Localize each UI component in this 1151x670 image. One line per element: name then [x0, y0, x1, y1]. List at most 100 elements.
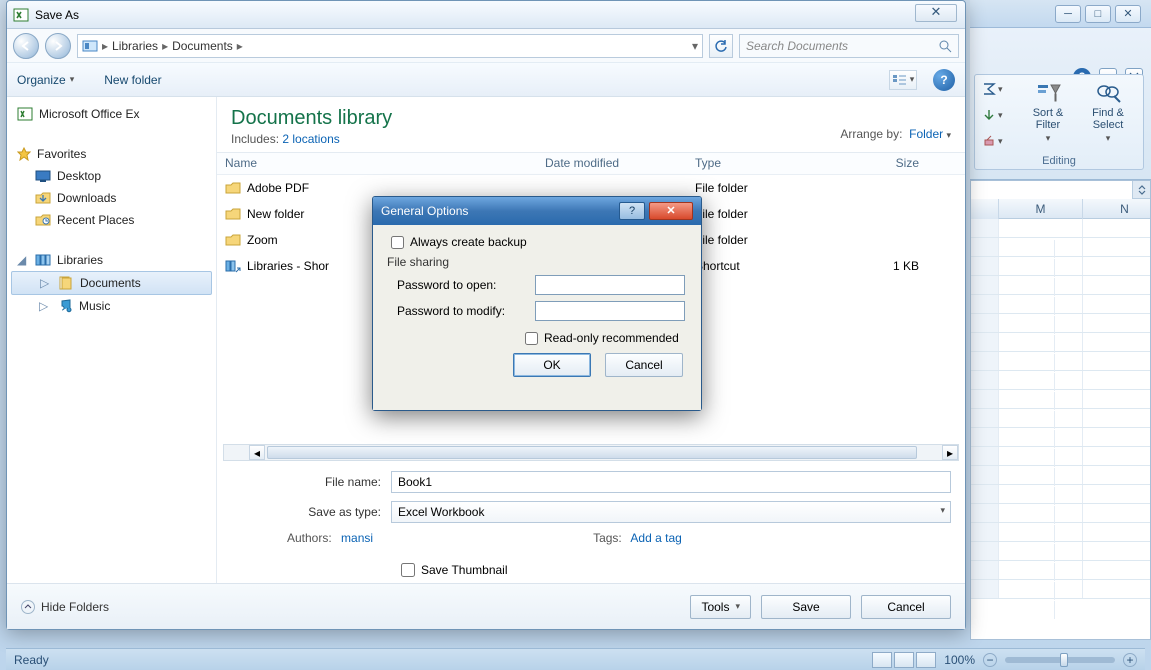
excel-window-controls: ─ □ ✕	[970, 0, 1151, 28]
fill-button[interactable]: ▾	[979, 105, 1013, 125]
collapse-icon[interactable]: ◢	[17, 253, 29, 267]
dialog-title: Save As	[35, 8, 79, 22]
col-date[interactable]: Date modified	[537, 153, 687, 174]
ribbon-area: ? ─ ▾ ▾ ▾ Sor	[970, 28, 1151, 180]
excel-file-icon	[17, 107, 33, 121]
scroll-left-button[interactable]: ◂	[249, 445, 265, 460]
view-options-button[interactable]: ▾	[889, 70, 917, 90]
select-all-corner[interactable]	[971, 199, 999, 219]
scroll-thumb[interactable]	[267, 446, 917, 459]
maximize-button[interactable]: □	[1085, 5, 1111, 23]
refresh-button[interactable]	[709, 34, 733, 58]
expand-formula-bar-button[interactable]	[1132, 181, 1150, 199]
normal-view-button[interactable]	[872, 652, 892, 668]
editing-group-label: Editing	[975, 155, 1143, 167]
page-layout-view-button[interactable]	[894, 652, 914, 668]
nav-row: ▸ Libraries ▸ Documents ▸ ▾ Search Docum…	[7, 29, 965, 63]
page-break-view-button[interactable]	[916, 652, 936, 668]
nav-favorites[interactable]: Favorites	[11, 143, 212, 165]
expand-icon[interactable]: ▷	[40, 276, 52, 290]
column-headers: M N	[971, 199, 1150, 219]
history-dropdown-icon[interactable]: ▾	[692, 39, 698, 53]
music-icon	[57, 299, 73, 313]
modal-title: General Options	[381, 204, 468, 218]
chevron-down-icon: ▾	[940, 505, 945, 516]
cancel-button[interactable]: Cancel	[861, 595, 951, 619]
general-options-dialog: General Options ? ✕ Always create backup…	[372, 196, 702, 411]
shortcut-icon	[225, 258, 241, 274]
nav-desktop[interactable]: Desktop	[11, 165, 212, 187]
nav-office-templates[interactable]: Microsoft Office Ex	[11, 103, 212, 125]
modal-help-button[interactable]: ?	[619, 202, 645, 220]
nav-recent-places[interactable]: Recent Places	[11, 209, 212, 231]
forward-button[interactable]	[45, 33, 71, 59]
toolbar-row: Organize ▾ New folder ▾ ?	[7, 63, 965, 97]
authors-value[interactable]: mansi	[341, 531, 373, 545]
find-select-button[interactable]: Find & Select ▾	[1083, 79, 1133, 144]
tags-value[interactable]: Add a tag	[630, 531, 681, 545]
help-button[interactable]: ?	[933, 69, 955, 91]
chevron-right-icon: ▸	[102, 39, 108, 53]
star-icon	[17, 147, 31, 161]
view-mode-buttons	[872, 652, 936, 668]
filename-input[interactable]	[391, 471, 951, 493]
tools-button[interactable]: Tools▾	[690, 595, 751, 619]
readonly-label: Read-only recommended	[544, 331, 679, 345]
search-icon	[938, 39, 952, 53]
password-modify-input[interactable]	[535, 301, 685, 321]
excel-icon	[13, 7, 29, 23]
new-folder-label: New folder	[104, 73, 161, 87]
col-name[interactable]: Name	[217, 153, 537, 174]
zoom-out-button[interactable]: −	[983, 653, 997, 667]
filename-label: File name:	[231, 475, 391, 489]
readonly-checkbox[interactable]	[525, 332, 538, 345]
autosum-button[interactable]: ▾	[979, 79, 1013, 99]
sort-filter-button[interactable]: Sort & Filter ▾	[1023, 79, 1073, 144]
save-button[interactable]: Save	[761, 595, 851, 619]
scroll-right-button[interactable]: ▸	[942, 445, 958, 460]
password-open-label: Password to open:	[397, 278, 527, 292]
nav-libraries[interactable]: ◢ Libraries	[11, 249, 212, 271]
hide-folders-button[interactable]: Hide Folders	[21, 600, 109, 614]
new-folder-button[interactable]: New folder	[104, 73, 161, 87]
modal-cancel-button[interactable]: Cancel	[605, 353, 683, 377]
modal-close-button[interactable]: ✕	[649, 202, 693, 220]
zoom-in-button[interactable]: +	[1123, 653, 1137, 667]
close-window-button[interactable]: ✕	[1115, 5, 1141, 23]
dialog-close-button[interactable]: ✕	[915, 4, 957, 22]
search-input[interactable]: Search Documents	[739, 34, 959, 58]
column-header-m[interactable]: M	[999, 199, 1083, 219]
col-size[interactable]: Size	[827, 153, 927, 174]
savetype-select[interactable]	[391, 501, 951, 523]
column-header-n[interactable]: N	[1083, 199, 1151, 219]
horizontal-scrollbar[interactable]: ◂ ▸	[223, 444, 959, 461]
nav-music[interactable]: ▷ Music	[11, 295, 212, 317]
always-backup-label: Always create backup	[410, 235, 527, 249]
clear-button[interactable]: ▾	[979, 131, 1013, 151]
modal-titlebar[interactable]: General Options ? ✕	[373, 197, 701, 225]
nav-downloads[interactable]: Downloads	[11, 187, 212, 209]
ok-button[interactable]: OK	[513, 353, 591, 377]
arrange-value[interactable]: Folder ▾	[909, 127, 951, 141]
includes-link[interactable]: 2 locations	[282, 132, 339, 146]
dialog-titlebar[interactable]: Save As ✕	[7, 1, 965, 29]
documents-icon	[58, 276, 74, 290]
breadcrumb[interactable]: ▸ Libraries ▸ Documents ▸ ▾	[77, 34, 703, 58]
breadcrumb-documents[interactable]: Documents	[172, 39, 233, 53]
tags-label: Tags:	[593, 531, 622, 545]
breadcrumb-libraries[interactable]: Libraries	[112, 39, 158, 53]
col-type[interactable]: Type	[687, 153, 827, 174]
zoom-level[interactable]: 100%	[944, 653, 975, 667]
always-backup-checkbox[interactable]	[391, 236, 404, 249]
savetype-label: Save as type:	[231, 505, 391, 519]
save-thumbnail-checkbox[interactable]	[401, 563, 415, 577]
zoom-slider[interactable]	[1005, 657, 1115, 663]
organize-button[interactable]: Organize ▾	[17, 73, 74, 87]
minimize-button[interactable]: ─	[1055, 5, 1081, 23]
password-open-input[interactable]	[535, 275, 685, 295]
expand-icon[interactable]: ▷	[39, 299, 51, 313]
zoom-slider-knob[interactable]	[1060, 653, 1068, 667]
nav-documents[interactable]: ▷ Documents	[11, 271, 212, 295]
back-button[interactable]	[13, 33, 39, 59]
spreadsheet-grid[interactable]: M N	[970, 180, 1151, 640]
